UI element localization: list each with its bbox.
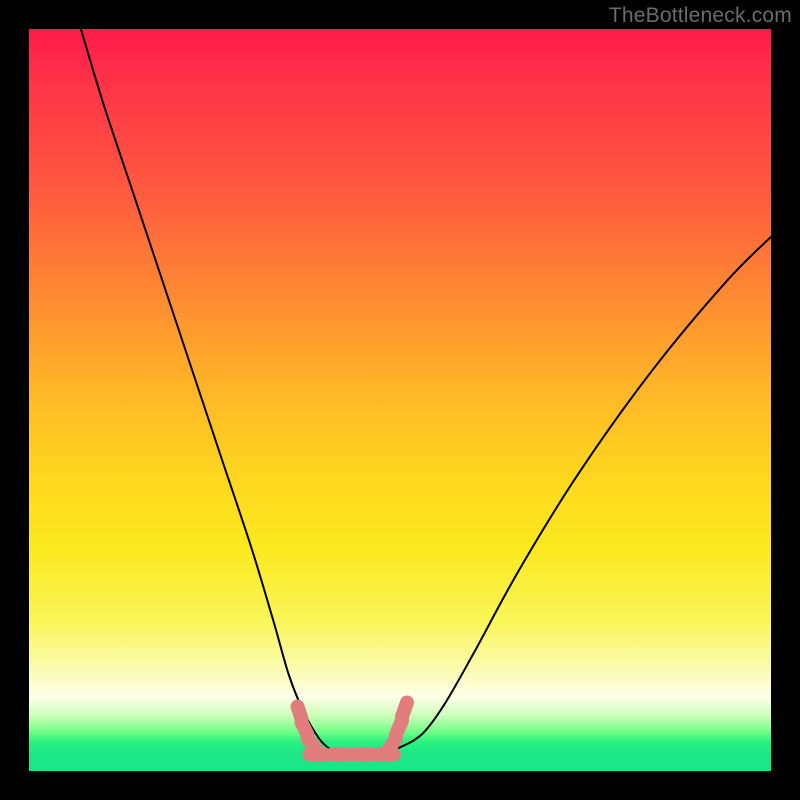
- optimal-tick-segment: [402, 703, 407, 717]
- plot-area: [29, 29, 771, 771]
- watermark-text: TheBottleneck.com: [609, 4, 792, 28]
- curve-layer: [29, 29, 771, 771]
- optimal-tick-segment: [308, 739, 316, 749]
- optimal-range-marker: [298, 703, 408, 755]
- bottleneck-curve: [81, 29, 771, 753]
- chart-frame: TheBottleneck.com: [0, 0, 800, 800]
